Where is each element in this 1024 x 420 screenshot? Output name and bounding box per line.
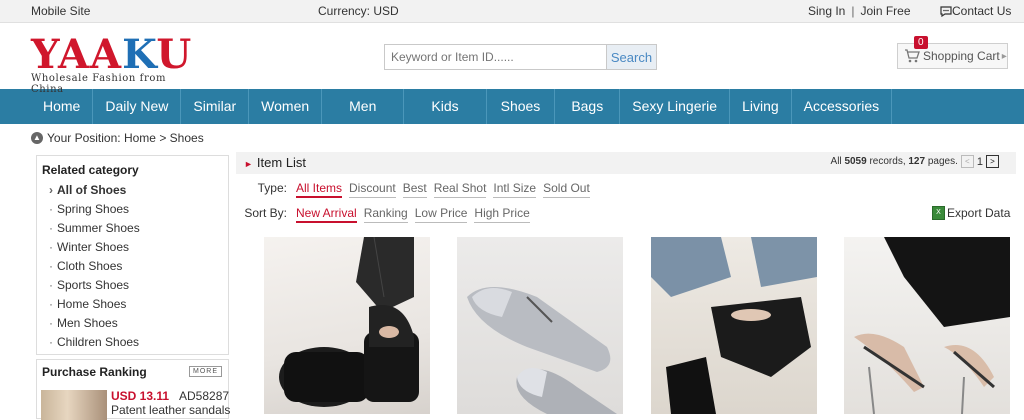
cart-label: Shopping Cart xyxy=(923,49,1000,63)
nav-women[interactable]: Women xyxy=(249,89,323,124)
related-category-panel: Related category › All of Shoes · Spring S… xyxy=(36,155,229,355)
ranking-item-code: AD58287 xyxy=(179,389,230,403)
site-header: YAAKU Wholesale Fashion from China Searc… xyxy=(0,23,1024,96)
breadcrumb-current[interactable]: Shoes xyxy=(170,131,204,145)
page-count: 127 xyxy=(908,156,926,167)
export-data-label: Export Data xyxy=(947,206,1011,220)
sort-filter: Sort By: New Arrival Ranking Low Price H… xyxy=(227,206,537,223)
related-category-title: Related category xyxy=(42,163,139,177)
next-page-button[interactable]: > xyxy=(986,155,999,168)
product-image[interactable] xyxy=(264,237,430,414)
list-arrow-icon: ► xyxy=(244,159,253,169)
category-home-shoes[interactable]: · Home Shoes xyxy=(49,295,228,314)
export-data-button[interactable]: X Export Data xyxy=(932,206,1010,220)
sort-ranking[interactable]: Ranking xyxy=(363,206,408,223)
item-list-title: Item List xyxy=(256,155,307,170)
breadcrumb-sep: > xyxy=(159,131,167,145)
purchase-ranking-panel: Purchase Ranking MORE USD 13.11 AD58287 … xyxy=(36,359,230,420)
nav-accessories[interactable]: Accessories xyxy=(792,89,893,124)
search-bar: Search xyxy=(384,44,657,70)
category-sports-shoes[interactable]: · Sports Shoes xyxy=(49,276,228,295)
product-image[interactable] xyxy=(651,237,817,414)
cart-count-badge: 0 xyxy=(914,36,928,49)
topbar-separator: | xyxy=(851,4,855,18)
breadcrumb-home[interactable]: Home xyxy=(124,131,156,145)
nav-men[interactable]: Men xyxy=(322,89,405,124)
mobile-site-link[interactable]: Mobile Site xyxy=(31,4,90,18)
shopping-cart-button[interactable]: 0 Shopping Cart ▸ xyxy=(897,36,1008,69)
more-button[interactable]: MORE xyxy=(189,366,222,377)
nav-living[interactable]: Living xyxy=(730,89,792,124)
nav-kids[interactable]: Kids xyxy=(404,89,487,124)
category-spring-shoes[interactable]: · Spring Shoes xyxy=(49,200,228,219)
type-all-items[interactable]: All Items xyxy=(296,181,343,198)
record-stats: All 5059 records, 127 pages. < 1 > xyxy=(831,155,1002,168)
category-children-shoes[interactable]: · Children Shoes xyxy=(49,333,228,352)
record-count: 5059 xyxy=(844,156,867,167)
type-best[interactable]: Best xyxy=(402,181,427,198)
category-cloth-shoes[interactable]: · Cloth Shoes xyxy=(49,257,228,276)
type-intl-size[interactable]: Intl Size xyxy=(493,181,537,198)
category-men-shoes[interactable]: · Men Shoes xyxy=(49,314,228,333)
ranking-product-name[interactable]: Patent leather sandals xyxy=(111,403,230,417)
product-image[interactable] xyxy=(844,237,1010,414)
sign-in-link[interactable]: Sing In xyxy=(808,4,845,18)
type-sold-out[interactable]: Sold Out xyxy=(543,181,590,198)
site-logo[interactable]: YAAKU Wholesale Fashion from China xyxy=(31,35,201,96)
cart-icon xyxy=(905,49,920,63)
sort-new-arrival[interactable]: New Arrival xyxy=(296,206,357,223)
chat-icon xyxy=(940,5,952,17)
nav-shoes[interactable]: Shoes xyxy=(487,89,556,124)
breadcrumb-label: Your Position: xyxy=(47,131,121,145)
sort-low-price[interactable]: Low Price xyxy=(414,206,468,223)
position-icon: ▲ xyxy=(31,132,43,144)
contact-us-label: Contact Us xyxy=(952,4,1012,18)
type-discount[interactable]: Discount xyxy=(349,181,396,198)
item-list-header: ► Item List All 5059 records, 127 pages. … xyxy=(236,152,1016,174)
nav-sexy-lingerie[interactable]: Sexy Lingerie xyxy=(620,89,731,124)
type-real-shot[interactable]: Real Shot xyxy=(433,181,487,198)
breadcrumb: ▲ Your Position: Home > Shoes xyxy=(31,131,204,145)
top-bar: Mobile Site Currency: USD Sing In | Join F… xyxy=(0,0,1024,23)
cart-arrow-icon: ▸ xyxy=(1001,50,1007,62)
search-input[interactable] xyxy=(384,44,606,70)
arrow-icon: › xyxy=(49,183,53,197)
current-page: 1 xyxy=(976,155,983,168)
ranking-product-image[interactable] xyxy=(41,390,107,420)
type-filter-label: Type: xyxy=(257,181,287,195)
category-summer-shoes[interactable]: · Summer Shoes xyxy=(49,219,228,238)
nav-bags[interactable]: Bags xyxy=(555,89,621,124)
join-free-link[interactable]: Join Free xyxy=(860,4,910,18)
currency-selector[interactable]: Currency: USD xyxy=(318,4,399,18)
ranking-price: USD 13.11 xyxy=(111,389,170,403)
product-image[interactable] xyxy=(457,237,623,414)
excel-icon: X xyxy=(932,206,945,220)
contact-us-link[interactable]: Contact Us xyxy=(940,4,1011,18)
type-filter: Type: All Items Discount Best Real Shot … xyxy=(227,181,597,198)
category-winter-shoes[interactable]: · Winter Shoes xyxy=(49,238,228,257)
sort-filter-label: Sort By: xyxy=(244,206,287,220)
prev-page-button[interactable]: < xyxy=(960,155,974,168)
search-button[interactable]: Search xyxy=(606,44,657,70)
category-all-shoes[interactable]: › All of Shoes xyxy=(49,181,228,200)
sort-high-price[interactable]: High Price xyxy=(474,206,530,223)
